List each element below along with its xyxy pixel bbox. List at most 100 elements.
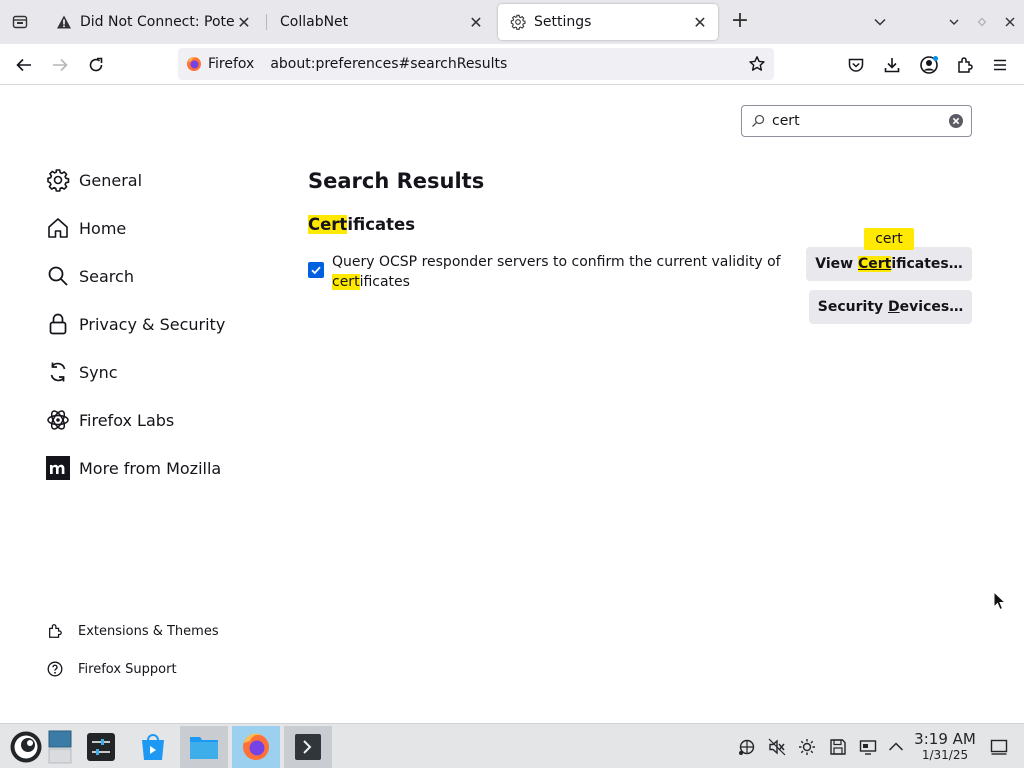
tab-did-not-connect[interactable]: Did Not Connect: Potential ✕ [44,4,262,40]
list-all-tabs-icon[interactable] [870,12,890,32]
category-label: Firefox Labs [79,410,175,430]
search-tooltip: cert [864,228,914,250]
minimize-icon[interactable] [944,12,964,32]
bookmark-star-icon[interactable] [748,55,766,73]
footer-link-label: Firefox Support [78,661,177,677]
button-text-pre: Security [817,299,889,315]
ocsp-checkbox-row[interactable]: Query OCSP responder servers to confirm … [308,252,793,292]
button-text-post: ificates… [891,256,963,272]
gear-icon [46,168,70,192]
category-firefox-labs[interactable]: Firefox Labs [46,406,174,434]
category-privacy-security[interactable]: Privacy & Security [46,310,225,338]
tab-close-icon[interactable]: ✕ [466,12,486,32]
tab-title: Settings [534,14,592,30]
desktop-pager-icon[interactable] [48,726,72,768]
gear-icon [510,14,526,30]
ocsp-checkbox-label[interactable]: Query OCSP responder servers to confirm … [332,252,781,292]
taskbar [0,723,1024,768]
accesskey-letter: D [888,299,900,315]
search-highlight: Cert [857,256,892,272]
lock-icon [46,312,70,336]
system-settings-icon[interactable] [77,726,125,768]
search-highlight: Cert [308,215,348,234]
show-hidden-icons-icon[interactable] [886,737,906,757]
category-search[interactable]: Search [46,262,134,290]
new-tab-button[interactable]: + [728,10,752,34]
tab-collabnet[interactable]: CollabNet ✕ [268,4,494,40]
category-label: Home [79,218,127,238]
discover-icon[interactable] [129,726,177,768]
url-text[interactable]: about:preferences#searchResults [270,56,507,72]
close-window-icon[interactable] [1000,12,1020,32]
reload-button[interactable] [83,52,109,78]
tab-close-icon[interactable]: ✕ [690,12,710,32]
digital-clock[interactable]: 3:19 AM 1/31/25 [912,730,978,763]
volume-muted-icon[interactable] [767,737,787,757]
tab-settings[interactable]: Settings ✕ [498,4,718,40]
account-icon[interactable] [916,52,942,78]
firefox-view-icon[interactable] [6,10,34,34]
clock-date: 1/31/25 [921,748,969,762]
launcher-icon[interactable] [2,726,50,768]
identity-label: Firefox [208,56,255,72]
firefox-icon[interactable] [232,726,280,768]
home-icon [46,216,70,240]
security-devices-button[interactable]: Security Devices… [809,290,972,324]
clear-search-icon[interactable] [948,113,964,129]
back-button[interactable] [11,52,37,78]
forward-button[interactable] [47,52,73,78]
search-icon [752,114,765,127]
category-label: Search [79,266,134,286]
tab-title: Did Not Connect: Potential [80,14,234,30]
label-line-1: Query OCSP responder servers to confirm … [332,254,781,270]
button-text-pre: View [815,256,858,272]
clock-time: 3:19 AM [914,730,976,748]
sync-icon [46,360,70,384]
file-manager-icon[interactable] [180,726,228,768]
maximize-icon[interactable] [972,12,992,32]
settings-search-field[interactable] [741,105,972,137]
puzzle-icon [46,622,64,640]
display-config-icon[interactable] [858,737,878,757]
certificates-heading: Certificates [308,215,415,234]
show-desktop-icon[interactable] [989,737,1009,757]
category-label: Sync [79,362,118,382]
firefox-support-link[interactable]: Firefox Support [46,658,177,680]
downloads-icon[interactable] [879,52,905,78]
tab-strip: Did Not Connect: Potential ✕ CollabNet ✕… [0,0,1024,44]
tab-title: CollabNet [280,14,349,30]
app-menu-icon[interactable] [987,52,1013,78]
footer-link-label: Extensions & Themes [78,623,219,639]
warning-icon [56,14,72,30]
settings-search-input[interactable] [772,113,942,129]
category-home[interactable]: Home [46,214,126,242]
category-more-from-mozilla[interactable]: More from Mozilla [46,454,221,482]
network-share-icon[interactable] [737,737,757,757]
extensions-icon[interactable] [952,52,978,78]
search-icon [46,264,70,288]
ocsp-checkbox[interactable] [308,262,324,278]
firefox-logo-icon [187,57,201,71]
search-highlight: cert [332,274,360,290]
identity-box[interactable]: Firefox [186,56,254,72]
category-sync[interactable]: Sync [46,358,118,386]
heading-rest: ificates [347,215,416,234]
url-bar[interactable]: Firefox about:preferences#searchResults [178,48,774,80]
button-text-post: evices… [899,299,964,315]
search-results-heading: Search Results [308,169,485,193]
help-icon [46,660,64,678]
category-label: Privacy & Security [79,314,226,334]
mozilla-icon [46,456,70,480]
terminal-icon[interactable] [284,726,332,768]
extensions-themes-link[interactable]: Extensions & Themes [46,620,219,642]
pocket-icon[interactable] [843,52,869,78]
save-disk-icon[interactable] [828,737,848,757]
category-label: More from Mozilla [79,458,222,478]
category-label: General [79,170,143,190]
view-certificates-button[interactable]: View Cert ificates… [806,247,972,281]
tab-close-icon[interactable]: ✕ [234,12,254,32]
category-general[interactable]: General [46,166,142,194]
tab-separator [266,14,267,30]
mouse-cursor-icon [993,591,1007,611]
brightness-icon[interactable] [797,737,817,757]
